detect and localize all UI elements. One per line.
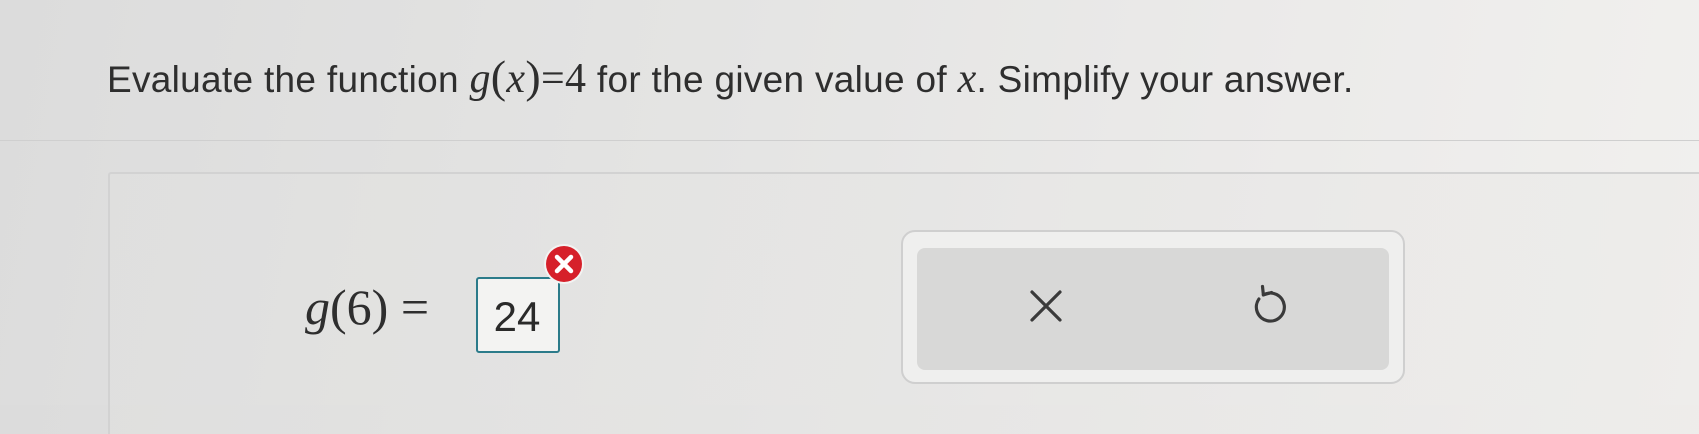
function-expression: g(x)=4 (469, 51, 587, 102)
clear-x-icon (1030, 290, 1062, 322)
function-equals: = (540, 56, 565, 102)
function-value: 4 (564, 56, 587, 102)
answer-value: 24 (493, 293, 541, 340)
undo-button[interactable] (1241, 276, 1301, 336)
error-x-icon (546, 246, 582, 282)
question-suffix: . Simplify your answer. (976, 59, 1354, 100)
equation-equals: = (400, 279, 430, 335)
answer-equation: g(6) = (305, 279, 430, 335)
answer-toolbar (901, 230, 1405, 384)
equation-function-name: g (305, 279, 330, 335)
question-text: Evaluate the function g(x)=4 for the giv… (107, 50, 1354, 103)
function-name: g (469, 56, 491, 102)
question-prefix: Evaluate the function (107, 59, 470, 100)
equation-argument: 6 (346, 279, 372, 335)
answer-input[interactable]: 24 (476, 277, 560, 353)
function-variable: x (506, 56, 526, 102)
section-divider (0, 140, 1699, 141)
question-variable: x (957, 56, 977, 102)
toolbar-inner (917, 248, 1389, 370)
undo-icon (1254, 284, 1286, 323)
question-middle: for the given value of (586, 59, 958, 100)
clear-button[interactable] (1016, 276, 1076, 336)
